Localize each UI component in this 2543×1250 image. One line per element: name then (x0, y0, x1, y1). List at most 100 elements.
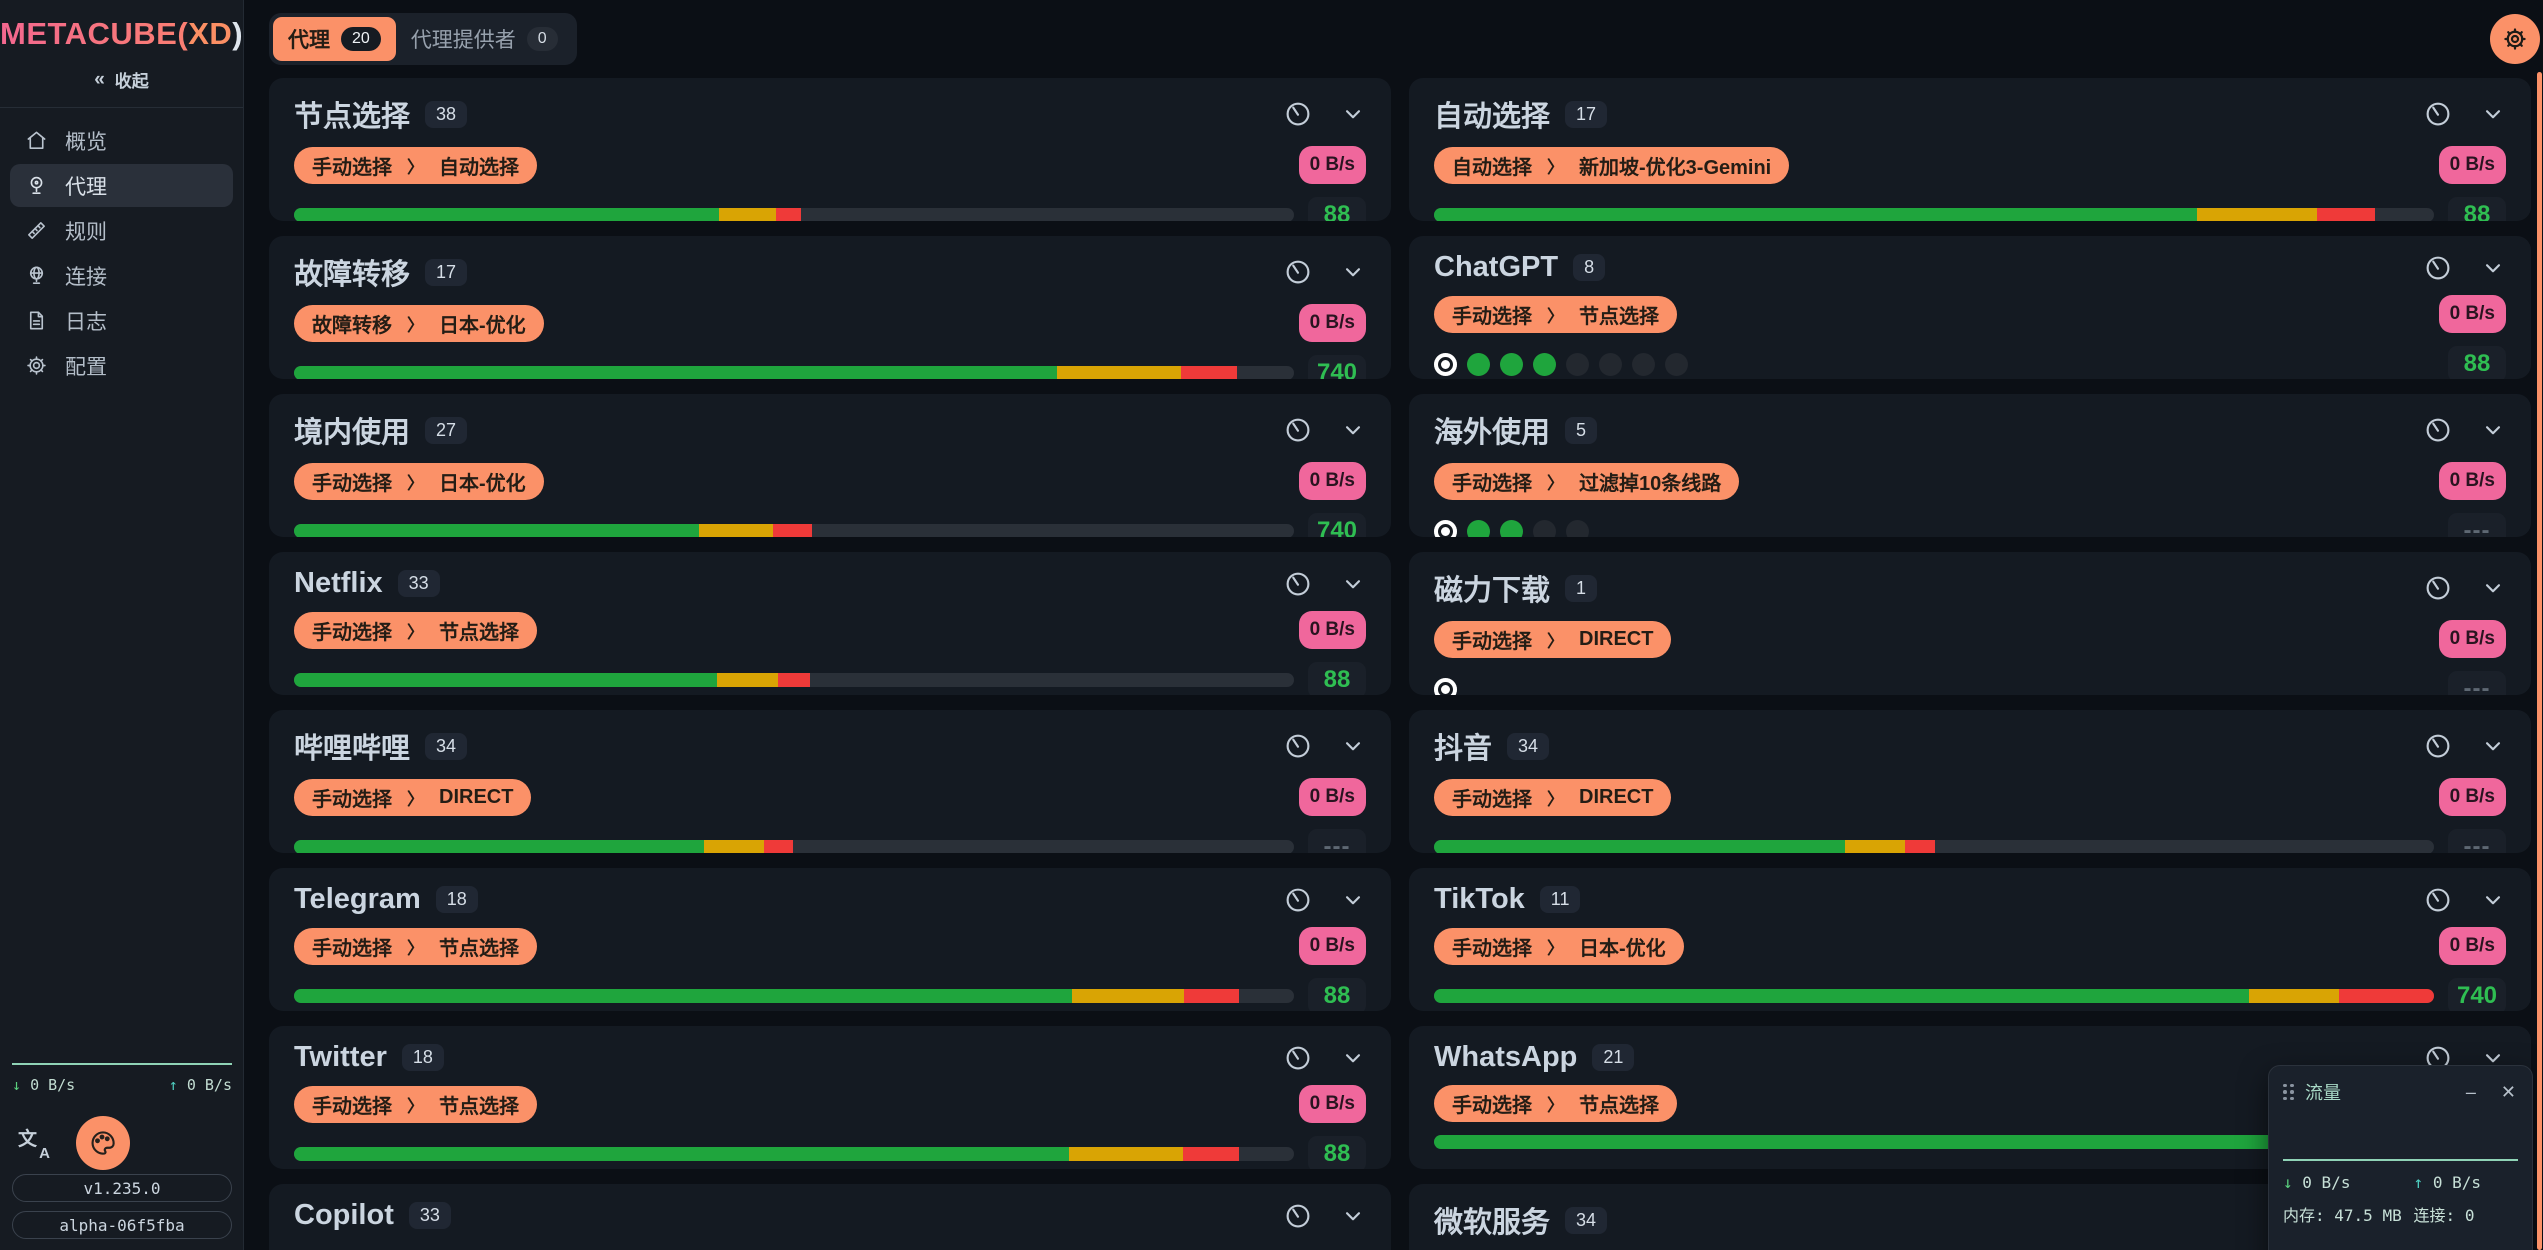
node-dot[interactable] (1566, 520, 1589, 538)
chevron-right-icon: 〉 (1547, 302, 1564, 327)
group-name: 微软服务 (1434, 1199, 1550, 1241)
latency-test-icon[interactable] (1283, 415, 1313, 445)
chevron-down-icon[interactable] (1340, 887, 1366, 913)
latency-test-icon[interactable] (1283, 885, 1313, 915)
node-dot[interactable] (1533, 353, 1556, 376)
logo-part-3: ) (232, 16, 243, 51)
chevron-down-icon[interactable] (2480, 575, 2506, 601)
chevron-right-icon: 〉 (1547, 469, 1564, 494)
proxy-group-card: 抖音 34 手动选择 〉 DIRECT 0 B/s --- (1409, 710, 2531, 853)
selection-badge: 故障转移 〉 日本-优化 (294, 305, 544, 342)
latency-test-icon[interactable] (1283, 1043, 1313, 1073)
panel-download-speed: ↓ 0 B/s (2283, 1173, 2414, 1192)
node-dot[interactable] (1665, 353, 1688, 376)
chevron-right-icon: 〉 (407, 153, 424, 178)
group-count-badge: 21 (1592, 1044, 1634, 1071)
latency-test-icon[interactable] (2423, 731, 2453, 761)
chevron-down-icon[interactable] (1340, 259, 1366, 285)
latency-test-icon[interactable] (1283, 731, 1313, 761)
theme-palette-button[interactable] (76, 1116, 130, 1170)
node-dot[interactable] (1434, 678, 1457, 696)
drag-handle-icon[interactable] (2283, 1084, 2294, 1101)
group-name: 抖音 (1434, 725, 1492, 767)
latency-value: 88 (1308, 1136, 1366, 1169)
latency-value: 88 (2448, 197, 2506, 221)
traffic-panel-title: 流量 (2305, 1079, 2341, 1105)
version-button[interactable]: v1.235.0 (12, 1174, 232, 1202)
build-version-button[interactable]: alpha-06f5fba (12, 1211, 232, 1239)
minimize-icon[interactable]: – (2466, 1083, 2476, 1101)
selected-node: 节点选择 (439, 1090, 519, 1119)
chevron-down-icon[interactable] (2480, 417, 2506, 443)
latency-test-icon[interactable] (1283, 1201, 1313, 1231)
sidebar-item-config[interactable]: 配置 (10, 344, 233, 387)
node-dot[interactable] (1566, 353, 1589, 376)
node-dot[interactable] (1500, 353, 1523, 376)
latency-test-icon[interactable] (2423, 885, 2453, 915)
node-dot[interactable] (1467, 353, 1490, 376)
bar-segment-red (1905, 840, 1935, 853)
chevron-down-icon[interactable] (2480, 101, 2506, 127)
latency-test-icon[interactable] (1283, 569, 1313, 599)
latency-distribution-bar (1434, 208, 2434, 221)
node-dot[interactable] (1434, 353, 1457, 376)
latency-distribution-bar (294, 208, 1294, 221)
collapse-sidebar-button[interactable]: « 收起 (0, 67, 243, 92)
ruler-icon (25, 219, 48, 242)
selector-type: 手动选择 (312, 1090, 392, 1119)
node-dots (1434, 678, 2434, 696)
down-arrow-icon: ↓ (12, 1076, 21, 1094)
chevron-down-icon[interactable] (1340, 1203, 1366, 1229)
latency-value: --- (1308, 829, 1366, 853)
bar-segment-green (294, 1147, 1069, 1161)
chevron-right-icon: 〉 (407, 469, 424, 494)
sidebar-item-logs[interactable]: 日志 (10, 299, 233, 342)
sidebar-nav: 概览 代理 规则 连接 日志 配置 (0, 108, 243, 400)
chevron-down-icon[interactable] (1340, 101, 1366, 127)
sidebar-item-connections[interactable]: 连接 (10, 254, 233, 297)
sidebar-item-proxies[interactable]: 代理 (10, 164, 233, 207)
sidebar-item-overview[interactable]: 概览 (10, 119, 233, 162)
selector-type: 自动选择 (1452, 151, 1532, 180)
settings-button[interactable] (2490, 14, 2540, 64)
node-dot[interactable] (1533, 520, 1556, 538)
selection-badge: 手动选择 〉 过滤掉10条线路 (1434, 463, 1739, 500)
tab-proxy-providers[interactable]: 代理提供者 0 (396, 17, 573, 61)
chevron-down-icon[interactable] (1340, 733, 1366, 759)
node-dot[interactable] (1632, 353, 1655, 376)
chevron-down-icon[interactable] (1340, 1045, 1366, 1071)
node-dots (1434, 520, 2434, 538)
chevron-down-icon[interactable] (2480, 733, 2506, 759)
node-dot[interactable] (1599, 353, 1622, 376)
down-arrow-icon: ↓ (2283, 1173, 2293, 1192)
group-count-badge: 1 (1565, 575, 1597, 602)
scrollbar-thumb[interactable] (2537, 72, 2542, 1250)
sidebar-item-rules[interactable]: 规则 (10, 209, 233, 252)
bar-segment-yellow (1069, 1147, 1183, 1161)
chevron-down-icon[interactable] (1340, 417, 1366, 443)
language-switch-button[interactable]: 文 A (18, 1126, 52, 1160)
close-icon[interactable]: ✕ (2501, 1083, 2516, 1101)
selected-node: 日本-优化 (1579, 932, 1666, 961)
latency-test-icon[interactable] (2423, 415, 2453, 445)
selected-node: 日本-优化 (439, 309, 526, 338)
node-dot[interactable] (1500, 520, 1523, 538)
group-name: 磁力下载 (1434, 567, 1550, 609)
latency-test-icon[interactable] (2423, 253, 2453, 283)
chevron-down-icon[interactable] (1340, 571, 1366, 597)
latency-test-icon[interactable] (2423, 99, 2453, 129)
group-name: Twitter (294, 1041, 387, 1074)
selector-type: 手动选择 (312, 616, 392, 645)
group-count-badge: 34 (1507, 733, 1549, 760)
tab-proxies[interactable]: 代理 20 (273, 17, 396, 61)
selector-type: 故障转移 (312, 309, 392, 338)
latency-test-icon[interactable] (2423, 573, 2453, 603)
chevron-down-icon[interactable] (2480, 255, 2506, 281)
chevron-right-icon: 〉 (407, 785, 424, 810)
node-dot[interactable] (1467, 520, 1490, 538)
latency-test-icon[interactable] (1283, 257, 1313, 287)
bar-segment-yellow (2197, 208, 2317, 221)
latency-test-icon[interactable] (1283, 99, 1313, 129)
node-dot[interactable] (1434, 520, 1457, 538)
chevron-down-icon[interactable] (2480, 887, 2506, 913)
